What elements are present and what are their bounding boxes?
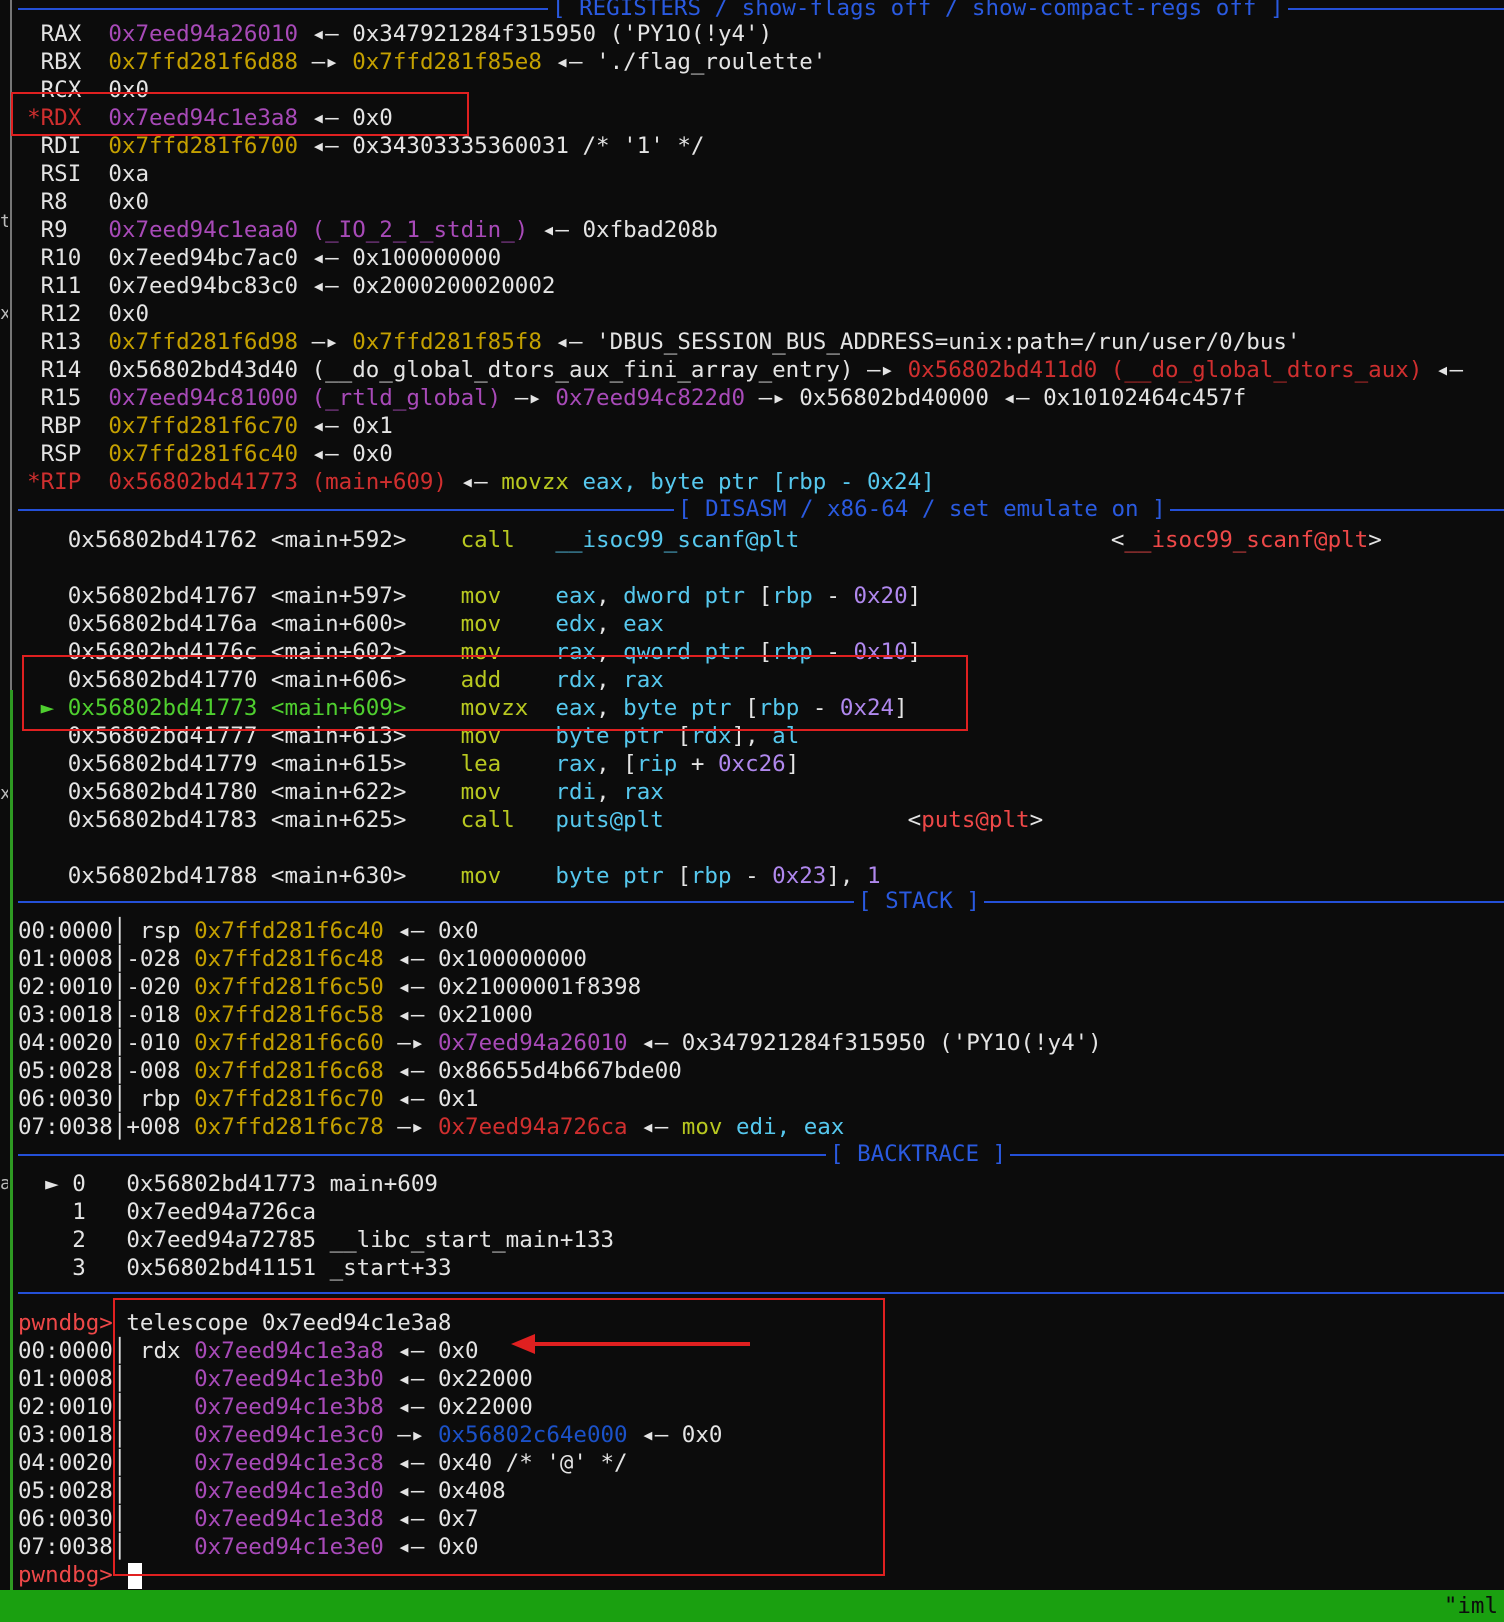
disasm-mnemonic: mov bbox=[406, 863, 556, 889]
stack-row: 02:0010│-020 0x7ffd281f6c50 ◂— 0x2100000… bbox=[18, 974, 642, 1000]
disasm-row: 0x56802bd41779 <main+615> lea rax, [rip … bbox=[67, 751, 800, 777]
disasm-highlight-box bbox=[22, 655, 968, 731]
reg-r11: R11 0x7eed94bc83c0 ◂— 0x2000200020002 bbox=[40, 273, 556, 299]
stack-address: 0x7ffd281f6c48 bbox=[194, 946, 384, 972]
disasm-offset: <main+625> bbox=[257, 807, 407, 833]
stack-row: 07:0038│+008 0x7ffd281f6c78 —▸ 0x7eed94a… bbox=[18, 1114, 845, 1140]
status-text: "iml bbox=[1443, 1593, 1498, 1619]
stack-row: 06:0030│ rbp 0x7ffd281f6c70 ◂— 0x1 bbox=[18, 1086, 479, 1112]
disasm-mnemonic: mov bbox=[406, 779, 556, 805]
stack-row: 00:0000│ rsp 0x7ffd281f6c40 ◂— 0x0 bbox=[18, 918, 479, 944]
disasm-row: 0x56802bd41780 <main+622> mov rdi, rax bbox=[67, 779, 664, 805]
reg-rsp: RSP 0x7ffd281f6c40 ◂— 0x0 bbox=[40, 441, 393, 467]
disasm-offset: <main+592> bbox=[257, 527, 407, 553]
stack-value: 0x100000000 bbox=[437, 946, 587, 972]
reg-rdi: RDI 0x7ffd281f6700 ◂— 0x34303335360031 /… bbox=[40, 133, 705, 159]
backtrace-row: ► 0 0x56802bd41773 main+609 bbox=[18, 1171, 438, 1197]
disasm-call-target: puts@plt bbox=[921, 807, 1030, 833]
stack-header-rule bbox=[18, 901, 1504, 903]
stack-pointer: 0x7eed94a26010 bbox=[437, 1030, 628, 1056]
disasm-mnemonic: mov bbox=[406, 611, 556, 637]
reg-r9: R9 0x7eed94c1eaa0 (_IO_2_1_stdin_) ◂— 0x… bbox=[40, 217, 718, 243]
disasm-offset: <main+630> bbox=[257, 863, 407, 889]
annotation-arrow-icon bbox=[511, 1334, 750, 1354]
reg-rbp: RBP 0x7ffd281f6c70 ◂— 0x1 bbox=[40, 413, 393, 439]
disasm-offset: <main+622> bbox=[257, 779, 407, 805]
reg-r13: R13 0x7ffd281f6d98 —▸ 0x7ffd281f85f8 ◂— … bbox=[40, 329, 1301, 355]
disasm-address: 0x56802bd41788 bbox=[67, 863, 258, 889]
stack-pointer: 0x7eed94a726ca bbox=[437, 1114, 628, 1140]
prompt-divider bbox=[18, 1292, 1504, 1294]
backtrace-header-rule bbox=[18, 1154, 1504, 1156]
reg-r14: R14 0x56802bd43d40 (__do_global_dtors_au… bbox=[40, 357, 1464, 383]
disasm-row: 0x56802bd41762 <main+592> call __isoc99_… bbox=[67, 527, 1382, 553]
disasm-mnemonic: call bbox=[406, 527, 556, 553]
stack-row: 03:0018│-018 0x7ffd281f6c58 ◂— 0x21000 bbox=[18, 1002, 533, 1028]
stack-address: 0x7ffd281f6c70 bbox=[194, 1086, 384, 1112]
backtrace-header: [ BACKTRACE ] bbox=[826, 1140, 1011, 1168]
disasm-mnemonic: lea bbox=[406, 751, 556, 777]
disasm-offset: <main+597> bbox=[257, 583, 407, 609]
stack-value: 0x1 bbox=[437, 1086, 479, 1112]
pane-edge-fragment: a bbox=[0, 1173, 8, 1194]
disasm-mnemonic: call bbox=[406, 807, 556, 833]
reg-rbx: RBX 0x7ffd281f6d88 —▸ 0x7ffd281f85e8 ◂— … bbox=[40, 49, 827, 75]
backtrace-row: 2 0x7eed94a72785 __libc_start_main+133 bbox=[72, 1227, 615, 1253]
prompt-line[interactable]: pwndbg> bbox=[18, 1561, 113, 1589]
stack-address: 0x7ffd281f6c78 bbox=[194, 1114, 384, 1140]
stack-value: 0x86655d4b667bde00 bbox=[437, 1058, 682, 1084]
reg-r10: R10 0x7eed94bc7ac0 ◂— 0x100000000 bbox=[40, 245, 502, 271]
disasm-mnemonic: mov bbox=[406, 583, 556, 609]
disasm-address: 0x56802bd4176a bbox=[67, 611, 258, 637]
stack-row: 05:0028│-008 0x7ffd281f6c68 ◂— 0x86655d4… bbox=[18, 1058, 682, 1084]
reg-r15: R15 0x7eed94c81000 (_rtld_global) —▸ 0x7… bbox=[40, 385, 1247, 411]
stack-value: 0x21000 bbox=[437, 1002, 533, 1028]
reg-rsi: RSI 0xa bbox=[40, 161, 150, 187]
tmux-status-bar: "iml bbox=[0, 1590, 1504, 1622]
disasm-address: 0x56802bd41783 bbox=[67, 807, 258, 833]
stack-row: 04:0020│-010 0x7ffd281f6c60 —▸ 0x7eed94a… bbox=[18, 1030, 1102, 1056]
disasm-address: 0x56802bd41767 bbox=[67, 583, 258, 609]
stack-row: 01:0008│-028 0x7ffd281f6c48 ◂— 0x1000000… bbox=[18, 946, 587, 972]
stack-address: 0x7ffd281f6c58 bbox=[194, 1002, 384, 1028]
rdx-highlight-box bbox=[11, 92, 469, 136]
stack-header: [ STACK ] bbox=[854, 887, 984, 915]
disasm-row: 0x56802bd41767 <main+597> mov eax, dword… bbox=[67, 583, 922, 609]
disasm-call-target: __isoc99_scanf@plt bbox=[1124, 527, 1369, 553]
disasm-address: 0x56802bd41762 bbox=[67, 527, 258, 553]
reg-rip: *RIP 0x56802bd41773 (main+609) ◂— movzx … bbox=[27, 469, 935, 495]
backtrace-row: 3 0x56802bd41151 _start+33 bbox=[72, 1255, 452, 1281]
stack-address: 0x7ffd281f6c60 bbox=[194, 1030, 384, 1056]
disasm-address: 0x56802bd41780 bbox=[67, 779, 258, 805]
reg-r8: R8 0x0 bbox=[40, 189, 150, 215]
disasm-row: 0x56802bd41783 <main+625> call puts@plt … bbox=[67, 807, 1044, 833]
reg-rax: RAX 0x7eed94a26010 ◂— 0x347921284f315950… bbox=[40, 21, 773, 47]
stack-value: 0x0 bbox=[437, 918, 479, 944]
disasm-header: [ DISASM / x86-64 / set emulate on ] bbox=[674, 495, 1170, 523]
backtrace-row: 1 0x7eed94a726ca bbox=[72, 1199, 317, 1225]
stack-value: 0x347921284f315950 ('PY1O(!y4') bbox=[681, 1030, 1102, 1056]
disasm-row: 0x56802bd4176a <main+600> mov edx, eax bbox=[67, 611, 664, 637]
stack-value: 0x21000001f8398 bbox=[437, 974, 642, 1000]
reg-r12: R12 0x0 bbox=[40, 301, 150, 327]
stack-address: 0x7ffd281f6c40 bbox=[194, 918, 384, 944]
stack-address: 0x7ffd281f6c50 bbox=[194, 974, 384, 1000]
telescope-highlight-box bbox=[113, 1298, 885, 1576]
stack-address: 0x7ffd281f6c68 bbox=[194, 1058, 384, 1084]
disasm-offset: <main+600> bbox=[257, 611, 407, 637]
registers-header: [ REGISTERS / show-flags off / show-comp… bbox=[548, 0, 1288, 22]
disasm-offset: <main+615> bbox=[257, 751, 407, 777]
disasm-row: 0x56802bd41788 <main+630> mov byte ptr [… bbox=[67, 863, 881, 889]
disasm-address: 0x56802bd41779 bbox=[67, 751, 258, 777]
